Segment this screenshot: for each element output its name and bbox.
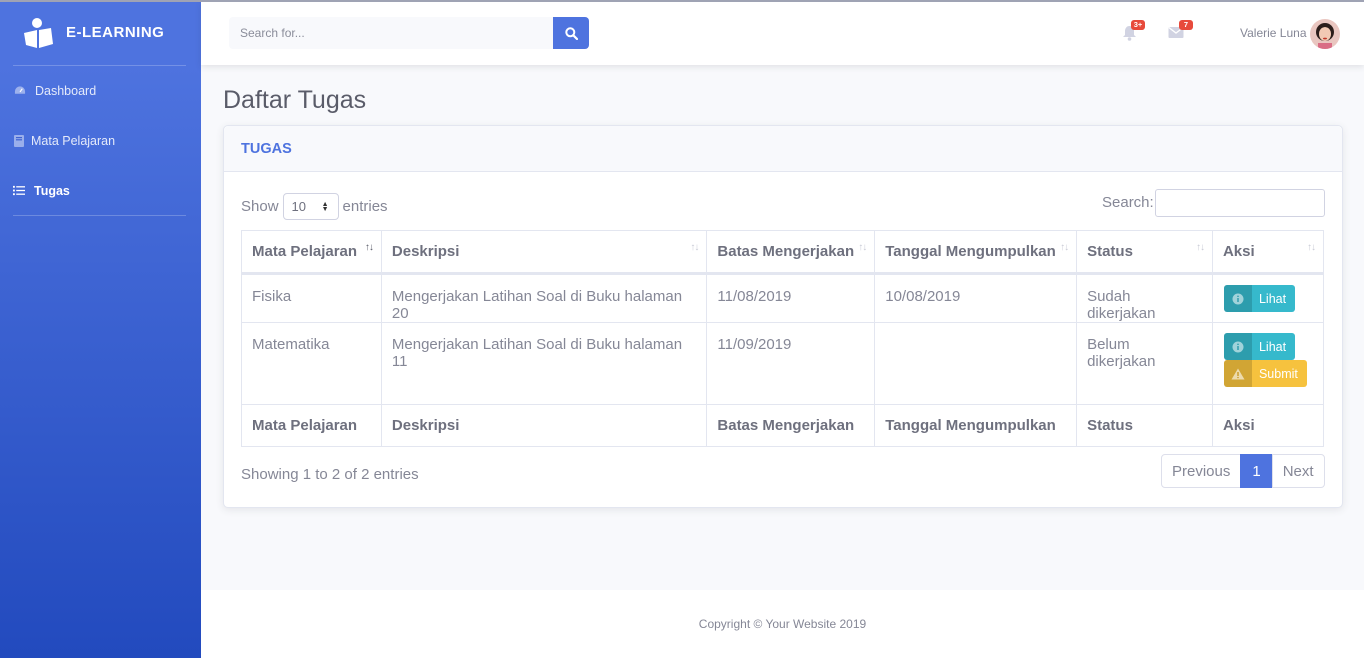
sidebar-item-label: Tugas (34, 184, 70, 198)
pagination-next[interactable]: Next (1271, 454, 1325, 488)
window-top-border (0, 0, 1364, 2)
card-header: TUGAS (224, 126, 1342, 172)
info-circle-icon (1223, 333, 1252, 360)
search-input[interactable] (229, 17, 553, 49)
search-icon (564, 26, 578, 40)
table-info: Showing 1 to 2 of 2 entries (241, 466, 419, 483)
topbar-search (229, 17, 589, 49)
cell-aksi: Lihat Submit (1211, 322, 1325, 405)
cell-tanggal (874, 322, 1078, 405)
cell-status: Sudah dikerjakan (1076, 273, 1213, 323)
column-header-tanggal[interactable]: Tanggal Mengumpulkan ↑↓ (874, 230, 1078, 275)
book-icon (14, 135, 24, 147)
entries-label: entries (342, 198, 388, 215)
messages-badge: 7 (1179, 20, 1193, 30)
sidebar-item-label: Mata Pelajaran (31, 134, 116, 148)
footer-header-mata-pelajaran: Mata Pelajaran (241, 404, 382, 447)
avatar[interactable] (1310, 19, 1340, 49)
table-footer-row: Mata Pelajaran Deskripsi Batas Mengerjak… (241, 404, 1325, 447)
select-arrows-icon: ▲ ▼ (321, 201, 329, 213)
lihat-button[interactable]: Lihat (1223, 333, 1296, 360)
column-header-mata-pelajaran[interactable]: Mata Pelajaran ↑↓ (241, 230, 382, 275)
page-title: Daftar Tugas (223, 86, 367, 114)
cell-deskripsi: Mengerjakan Latihan Soal di Buku halaman… (380, 273, 708, 323)
column-header-deskripsi[interactable]: Deskripsi ↑↓ (380, 230, 708, 275)
footer-header-batas: Batas Mengerjakan (706, 404, 876, 447)
info-circle-icon (1223, 285, 1252, 312)
tugas-table: Mata Pelajaran ↑↓ Deskripsi ↑↓ Batas Menge… (241, 230, 1325, 447)
column-header-status[interactable]: Status ↑↓ (1076, 230, 1213, 275)
sidebar-brand[interactable]: E-LEARNING (0, 0, 201, 65)
column-header-batas[interactable]: Batas Mengerjakan ↑↓ (706, 230, 876, 275)
pagination: Previous 1 Next (1161, 454, 1325, 488)
warning-triangle-icon (1223, 360, 1252, 387)
footer-header-tanggal: Tanggal Mengumpulkan (874, 404, 1078, 447)
footer-header-status: Status (1076, 404, 1213, 447)
topbar: 3+ 7 Valerie Luna (201, 2, 1364, 65)
sort-icon: ↑↓ (1195, 242, 1205, 253)
show-label: Show (241, 198, 279, 215)
cell-batas: 11/09/2019 (706, 322, 876, 405)
entries-select-value: 10 (291, 199, 306, 214)
sort-icon: ↑↓ (1307, 242, 1316, 253)
cell-batas: 11/08/2019 (706, 273, 876, 323)
alerts-badge: 3+ (1131, 20, 1145, 30)
sidebar-divider (13, 65, 186, 66)
cell-tanggal: 10/08/2019 (874, 273, 1078, 323)
sort-asc-icon: ↑↓ (364, 242, 374, 253)
user-name[interactable]: Valerie Luna (1240, 26, 1307, 40)
submit-button[interactable]: Submit (1223, 360, 1307, 387)
footer: Copyright © Your Website 2019 (201, 590, 1364, 658)
footer-header-deskripsi: Deskripsi (380, 404, 708, 447)
sort-icon: ↑↓ (690, 242, 699, 253)
cell-mata-pelajaran: Fisika (241, 273, 382, 323)
cell-deskripsi: Mengerjakan Latihan Soal di Buku halaman… (380, 322, 708, 405)
lihat-button[interactable]: Lihat (1223, 285, 1296, 312)
tugas-card: TUGAS Show 10 ▲ ▼ entries Search: Mata Pe… (223, 125, 1343, 508)
user-avatar-icon (1310, 19, 1340, 49)
alerts-button[interactable]: 3+ (1122, 20, 1145, 43)
table-search-input[interactable] (1155, 189, 1325, 217)
sidebar-item-mata-pelajaran[interactable]: Mata Pelajaran (14, 131, 115, 151)
sidebar-item-tugas[interactable]: Tugas (13, 181, 70, 201)
book-reader-icon (24, 17, 53, 48)
table-search-label: Search: (1102, 194, 1154, 211)
footer-header-aksi: Aksi (1211, 404, 1325, 447)
table-header-row: Mata Pelajaran ↑↓ Deskripsi ↑↓ Batas Menge… (241, 230, 1325, 275)
sidebar-item-label: Dashboard (35, 84, 97, 98)
copyright-text: Copyright © Your Website 2019 (698, 617, 867, 631)
search-button[interactable] (553, 17, 589, 49)
tachometer-icon (14, 85, 26, 97)
sort-icon: ↑↓ (1060, 242, 1069, 253)
entries-length-control: Show 10 ▲ ▼ entries (241, 193, 388, 220)
sort-icon: ↑↓ (858, 242, 867, 253)
sidebar: E-LEARNING Dashboard Mata Pelajaran Tuga… (0, 0, 201, 658)
entries-select[interactable]: 10 ▲ ▼ (282, 193, 339, 220)
table-row: Fisika Mengerjakan Latihan Soal di Buku … (241, 273, 1325, 323)
sidebar-divider (13, 215, 186, 216)
sidebar-item-dashboard[interactable]: Dashboard (14, 81, 96, 101)
table-row: Matematika Mengerjakan Latihan Soal di B… (241, 322, 1325, 405)
messages-button[interactable]: 7 (1168, 20, 1193, 43)
column-header-aksi[interactable]: Aksi ↑↓ (1211, 230, 1325, 275)
brand-title: E-LEARNING (66, 24, 165, 41)
cell-status: Belum dikerjakan (1076, 322, 1213, 405)
pagination-previous[interactable]: Previous (1161, 454, 1242, 488)
tasks-list-icon (13, 185, 25, 197)
pagination-page-1[interactable]: 1 (1240, 454, 1273, 488)
cell-mata-pelajaran: Matematika (241, 322, 382, 405)
card-title: TUGAS (241, 140, 292, 157)
cell-aksi: Lihat (1211, 273, 1325, 323)
